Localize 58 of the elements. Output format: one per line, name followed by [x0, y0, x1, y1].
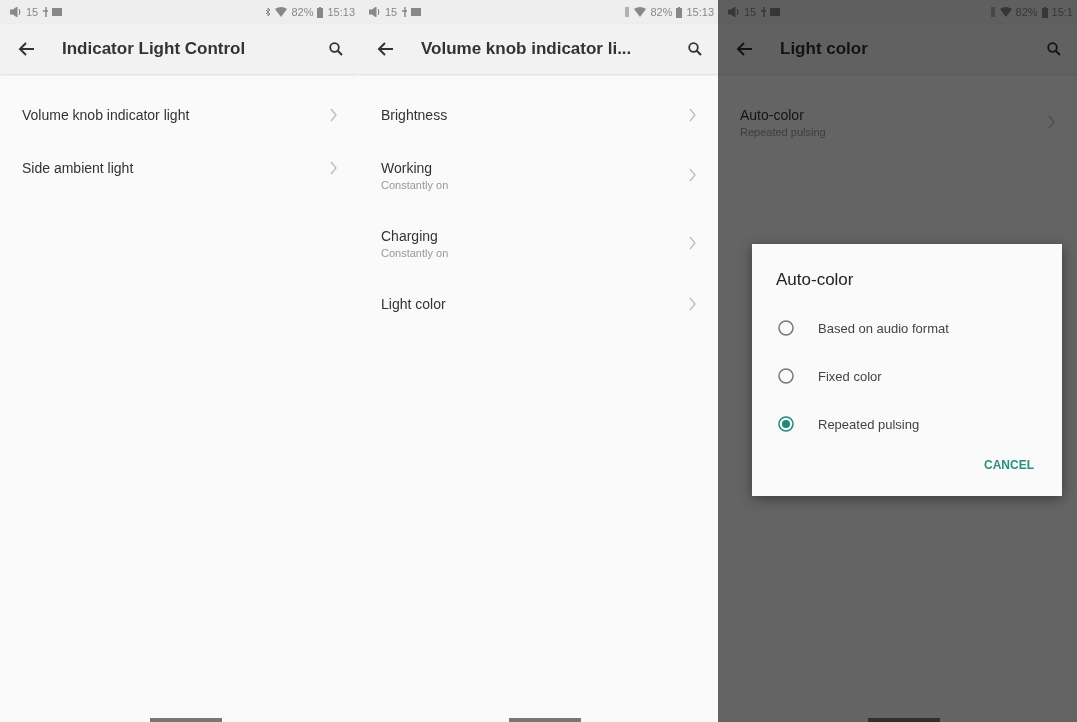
item-title: Brightness — [381, 106, 448, 123]
screen-title: Light color — [780, 39, 869, 59]
item-subtitle: Constantly on — [381, 246, 449, 259]
item-title: Working — [381, 159, 433, 176]
item-title: Side ambient light — [22, 159, 134, 176]
chevron-right-icon — [689, 236, 696, 250]
status-text: 15 — [385, 6, 398, 18]
radio-button[interactable] — [778, 320, 794, 336]
battery-icon — [1041, 6, 1048, 18]
dialog-title: Auto-color — [776, 270, 854, 290]
chevron-right-icon — [330, 160, 337, 175]
image-icon — [52, 7, 63, 17]
screen-title: Indicator Light Control — [62, 39, 247, 59]
status-time: 15:13 — [327, 6, 355, 18]
navigation-handle[interactable] — [868, 718, 940, 722]
settings-item[interactable]: Charging Constantly on — [359, 209, 718, 277]
chevron-right-icon — [689, 296, 696, 311]
option-label[interactable]: Fixed color — [818, 368, 882, 384]
back-arrow-icon[interactable] — [377, 42, 393, 56]
navigation-handle[interactable] — [150, 718, 222, 722]
radio-button[interactable] — [778, 416, 794, 432]
back-arrow-icon[interactable] — [18, 42, 34, 56]
status-text: 15 — [26, 6, 39, 18]
volume-icon — [369, 7, 381, 17]
option-label[interactable]: Repeated pulsing — [818, 416, 920, 432]
cancel-button[interactable]: CANCEL — [980, 452, 1038, 478]
settings-item[interactable]: Working Constantly on — [359, 141, 718, 209]
screen-title: Volume knob indicator li... — [421, 39, 633, 59]
item-title: Light color — [381, 295, 446, 312]
chevron-right-icon — [330, 107, 337, 122]
image-icon — [770, 7, 781, 17]
chevron-right-icon — [689, 107, 696, 122]
battery-percent: 82% — [291, 6, 314, 18]
battery-icon — [676, 6, 683, 18]
chevron-right-icon — [1048, 115, 1055, 129]
settings-item[interactable]: Brightness — [359, 88, 718, 141]
wifi-icon — [999, 7, 1012, 17]
search-icon[interactable] — [688, 42, 702, 56]
battery-icon — [317, 6, 324, 18]
volume-icon — [728, 7, 740, 17]
chevron-right-icon — [689, 168, 696, 182]
battery-percent: 82% — [650, 6, 673, 18]
item-title: Charging — [381, 227, 438, 244]
settings-item[interactable]: Side ambient light — [0, 141, 359, 194]
navigation-handle[interactable] — [509, 718, 581, 722]
image-icon — [411, 7, 422, 17]
wifi-icon — [634, 7, 647, 17]
wifi-icon — [275, 7, 288, 17]
settings-item[interactable]: Light color — [359, 277, 718, 330]
radio-button[interactable] — [778, 368, 794, 384]
item-title: Auto-color — [740, 106, 804, 123]
item-title: Volume knob indicator light — [22, 106, 190, 123]
settings-item[interactable]: Volume knob indicator light — [0, 88, 359, 141]
search-icon[interactable] — [329, 42, 343, 56]
item-subtitle: Constantly on — [381, 178, 449, 191]
status-time: 15:13 — [686, 6, 714, 18]
option-label[interactable]: Based on audio format — [818, 320, 949, 336]
volume-icon — [10, 7, 22, 17]
